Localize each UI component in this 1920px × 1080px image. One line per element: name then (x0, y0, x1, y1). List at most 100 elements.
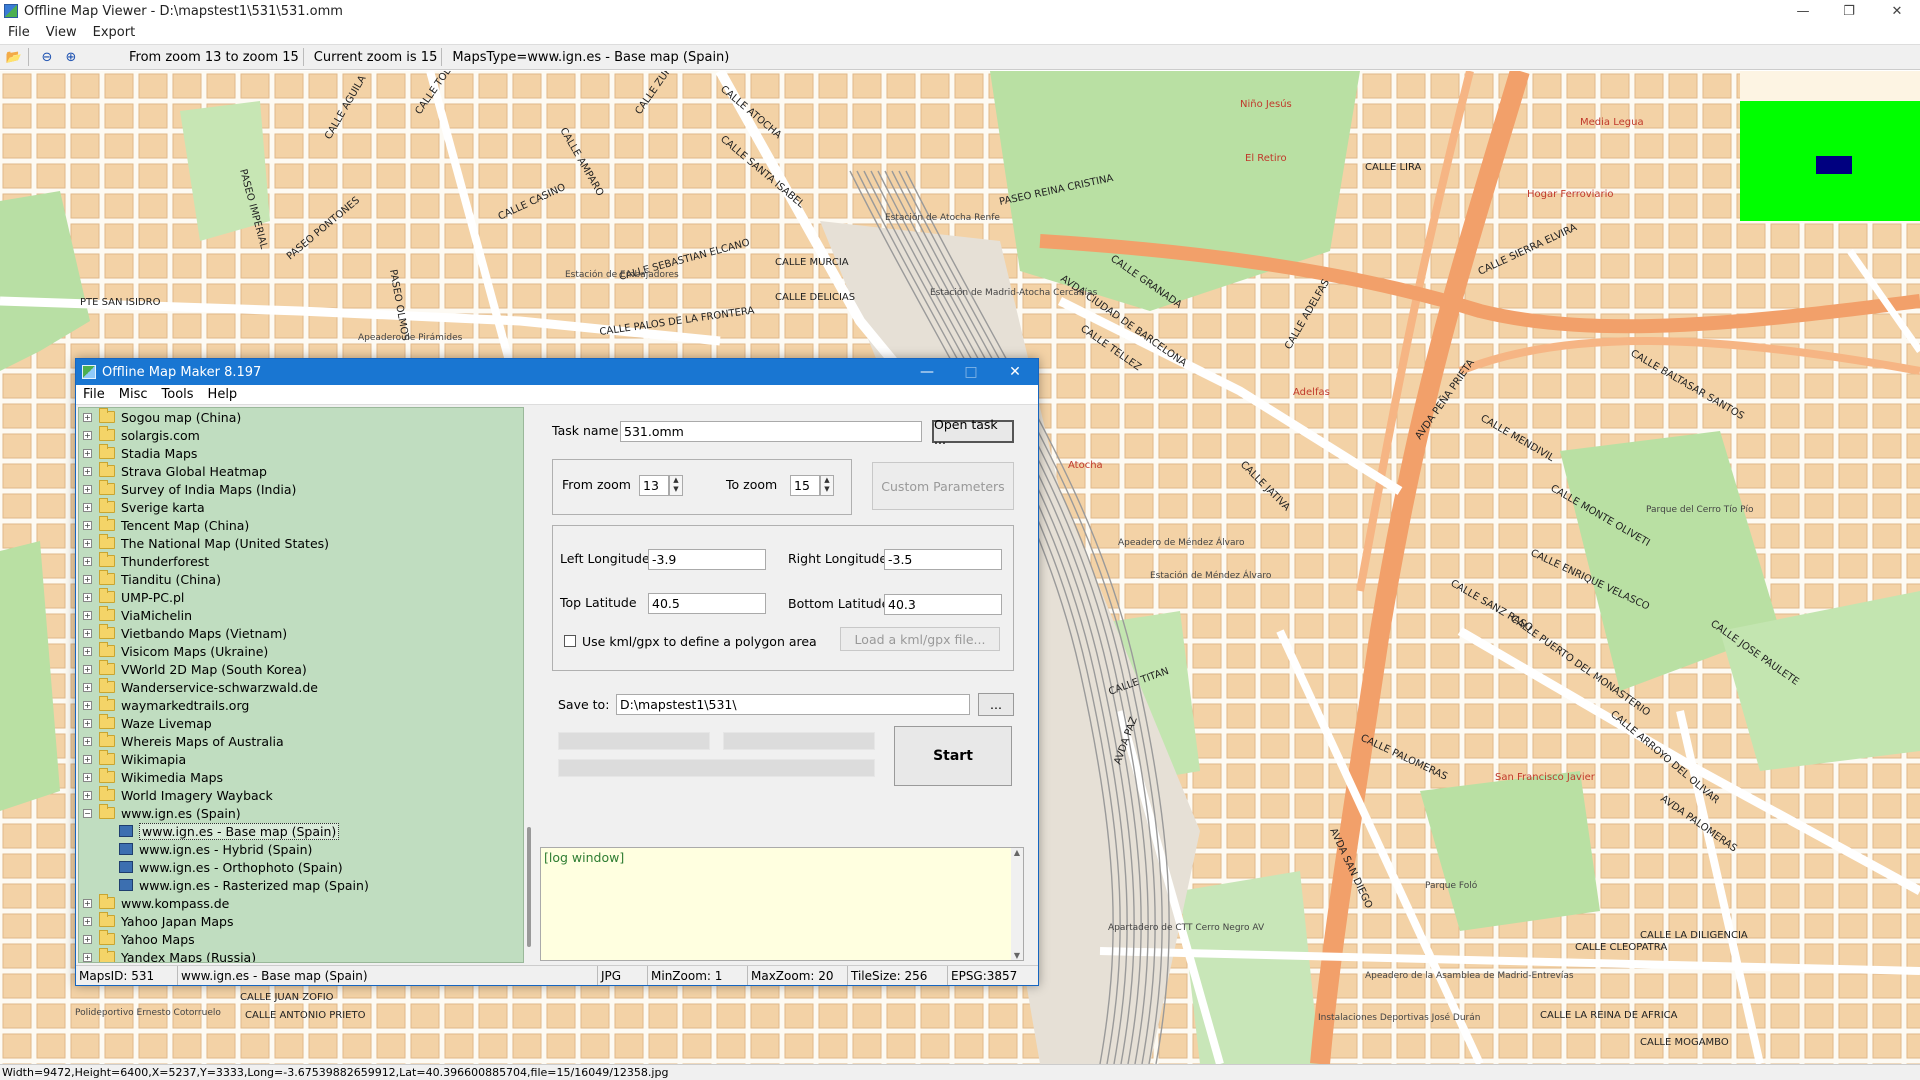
expand-icon[interactable]: + (83, 592, 92, 602)
tree-folder-item[interactable]: + Sverige karta (79, 498, 523, 516)
left-longitude-input[interactable]: -3.9 (648, 549, 766, 570)
maximize-button[interactable]: ❐ (1826, 0, 1872, 22)
tree-folder-item[interactable]: + World Imagery Wayback (79, 786, 523, 804)
expand-icon[interactable]: + (83, 916, 92, 926)
log-scrollbar[interactable]: ▲ ▼ (1011, 848, 1023, 960)
expand-icon[interactable]: + (83, 484, 92, 494)
expand-icon[interactable]: + (83, 682, 92, 692)
tree-map-item[interactable]: www.ign.es - Rasterized map (Spain) (79, 876, 523, 894)
from-zoom-spinner[interactable]: ▲ ▼ (669, 475, 683, 496)
tree-folder-item[interactable]: + Stadia Maps (79, 444, 523, 462)
right-longitude-input[interactable]: -3.5 (884, 549, 1002, 570)
dialog-close-button[interactable]: ✕ (992, 359, 1038, 385)
kml-checkbox-label[interactable]: Use kml/gpx to define a polygon area (582, 634, 817, 649)
expand-icon[interactable]: + (83, 718, 92, 728)
dialog-menu-tools[interactable]: Tools (155, 387, 201, 402)
dialog-menu-help[interactable]: Help (201, 387, 245, 402)
tree-folder-item[interactable]: + Whereis Maps of Australia (79, 732, 523, 750)
tree-item-label: Wanderservice-schwarzwald.de (121, 679, 318, 695)
task-name-input[interactable]: 531.omm (620, 421, 922, 442)
menu-file[interactable]: File (0, 25, 38, 40)
tree-item-label: Yandex Maps (Russia) (121, 949, 257, 963)
expand-icon[interactable]: + (83, 538, 92, 548)
expand-icon[interactable]: + (83, 700, 92, 710)
menu-view[interactable]: View (38, 25, 85, 40)
close-button[interactable]: ✕ (1874, 0, 1920, 22)
tree-folder-item[interactable]: − www.ign.es (Spain) (79, 804, 523, 822)
expand-icon[interactable]: + (83, 754, 92, 764)
tree-folder-item[interactable]: + Visicom Maps (Ukraine) (79, 642, 523, 660)
expand-icon[interactable]: + (83, 772, 92, 782)
bottom-latitude-input[interactable]: 40.3 (884, 594, 1002, 615)
expand-icon[interactable]: + (83, 898, 92, 908)
dialog-minimize-button[interactable]: — (904, 359, 950, 385)
expand-icon[interactable]: + (83, 502, 92, 512)
to-zoom-input[interactable]: 15 (790, 475, 820, 496)
kml-checkbox[interactable] (564, 635, 576, 647)
tree-folder-item[interactable]: + Thunderforest (79, 552, 523, 570)
dialog-menu-file[interactable]: File (76, 387, 112, 402)
tree-folder-item[interactable]: + VWorld 2D Map (South Korea) (79, 660, 523, 678)
open-task-button[interactable]: Open task ... (932, 417, 1014, 447)
tree-scroll-thumb[interactable] (527, 827, 531, 947)
expand-icon[interactable]: + (83, 952, 92, 962)
tree-folder-item[interactable]: + UMP-PC.pl (79, 588, 523, 606)
tree-map-item[interactable]: www.ign.es - Hybrid (Spain) (79, 840, 523, 858)
tree-folder-item[interactable]: + Tencent Map (China) (79, 516, 523, 534)
browse-button[interactable]: ... (978, 693, 1014, 716)
overview-minimap[interactable] (1740, 71, 1920, 221)
minimize-button[interactable]: — (1780, 0, 1826, 22)
tree-map-item[interactable]: www.ign.es - Orthophoto (Spain) (79, 858, 523, 876)
expand-icon[interactable]: + (83, 934, 92, 944)
tree-folder-item[interactable]: + solargis.com (79, 426, 523, 444)
tree-folder-item[interactable]: + Strava Global Heatmap (79, 462, 523, 480)
start-button[interactable]: Start (894, 726, 1012, 786)
tree-folder-item[interactable]: + The National Map (United States) (79, 534, 523, 552)
tree-folder-item[interactable]: + Waze Livemap (79, 714, 523, 732)
tree-folder-item[interactable]: + Yandex Maps (Russia) (79, 948, 523, 963)
from-zoom-input[interactable]: 13 (639, 475, 669, 496)
expand-icon[interactable]: + (83, 466, 92, 476)
map-source-tree[interactable]: + Sogou map (China) + solargis.com + Stadia M… (78, 407, 524, 963)
tree-folder-item[interactable]: + Vietbando Maps (Vietnam) (79, 624, 523, 642)
top-latitude-input[interactable]: 40.5 (648, 593, 766, 614)
expand-icon[interactable]: + (83, 736, 92, 746)
expand-icon[interactable]: + (83, 412, 92, 422)
tree-folder-item[interactable]: + www.kompass.de (79, 894, 523, 912)
tree-folder-item[interactable]: + waymarkedtrails.org (79, 696, 523, 714)
tree-folder-item[interactable]: + ViaMichelin (79, 606, 523, 624)
log-window[interactable]: [log window] ▲ ▼ (540, 847, 1024, 961)
tree-folder-item[interactable]: + Wikimedia Maps (79, 768, 523, 786)
expand-icon[interactable]: + (83, 448, 92, 458)
expand-icon[interactable]: + (83, 610, 92, 620)
tree-folder-item[interactable]: + Yahoo Maps (79, 930, 523, 948)
tree-map-item[interactable]: www.ign.es - Base map (Spain) (79, 822, 523, 840)
expand-icon[interactable]: + (83, 574, 92, 584)
dialog-menu-misc[interactable]: Misc (112, 387, 155, 402)
load-kml-button[interactable]: Load a kml/gpx file... (840, 627, 1000, 651)
tree-folder-item[interactable]: + Sogou map (China) (79, 408, 523, 426)
tree-folder-item[interactable]: + Wanderservice-schwarzwald.de (79, 678, 523, 696)
to-zoom-spinner[interactable]: ▲ ▼ (820, 475, 834, 496)
tree-scrollbar[interactable] (524, 407, 536, 963)
open-folder-icon[interactable]: 📂 (4, 47, 24, 67)
tree-folder-item[interactable]: + Survey of India Maps (India) (79, 480, 523, 498)
tree-folder-item[interactable]: + Wikimapia (79, 750, 523, 768)
expand-icon[interactable]: + (83, 646, 92, 656)
custom-parameters-button[interactable]: Custom Parameters (872, 462, 1014, 510)
dialog-maximize-button[interactable]: □ (948, 359, 994, 385)
tree-folder-item[interactable]: + Yahoo Japan Maps (79, 912, 523, 930)
expand-icon[interactable]: + (83, 520, 92, 530)
save-to-input[interactable]: D:\mapstest1\531\ (616, 694, 970, 715)
expand-icon[interactable]: + (83, 664, 92, 674)
overview-view-rect[interactable] (1816, 156, 1852, 174)
tree-folder-item[interactable]: + Tianditu (China) (79, 570, 523, 588)
zoom-out-icon[interactable]: ⊖ (37, 47, 57, 67)
zoom-in-icon[interactable]: ⊕ (61, 47, 81, 67)
expand-icon[interactable]: + (83, 628, 92, 638)
expand-icon[interactable]: + (83, 790, 92, 800)
collapse-icon[interactable]: − (83, 808, 92, 818)
menu-export[interactable]: Export (85, 25, 144, 40)
expand-icon[interactable]: + (83, 430, 92, 440)
expand-icon[interactable]: + (83, 556, 92, 566)
